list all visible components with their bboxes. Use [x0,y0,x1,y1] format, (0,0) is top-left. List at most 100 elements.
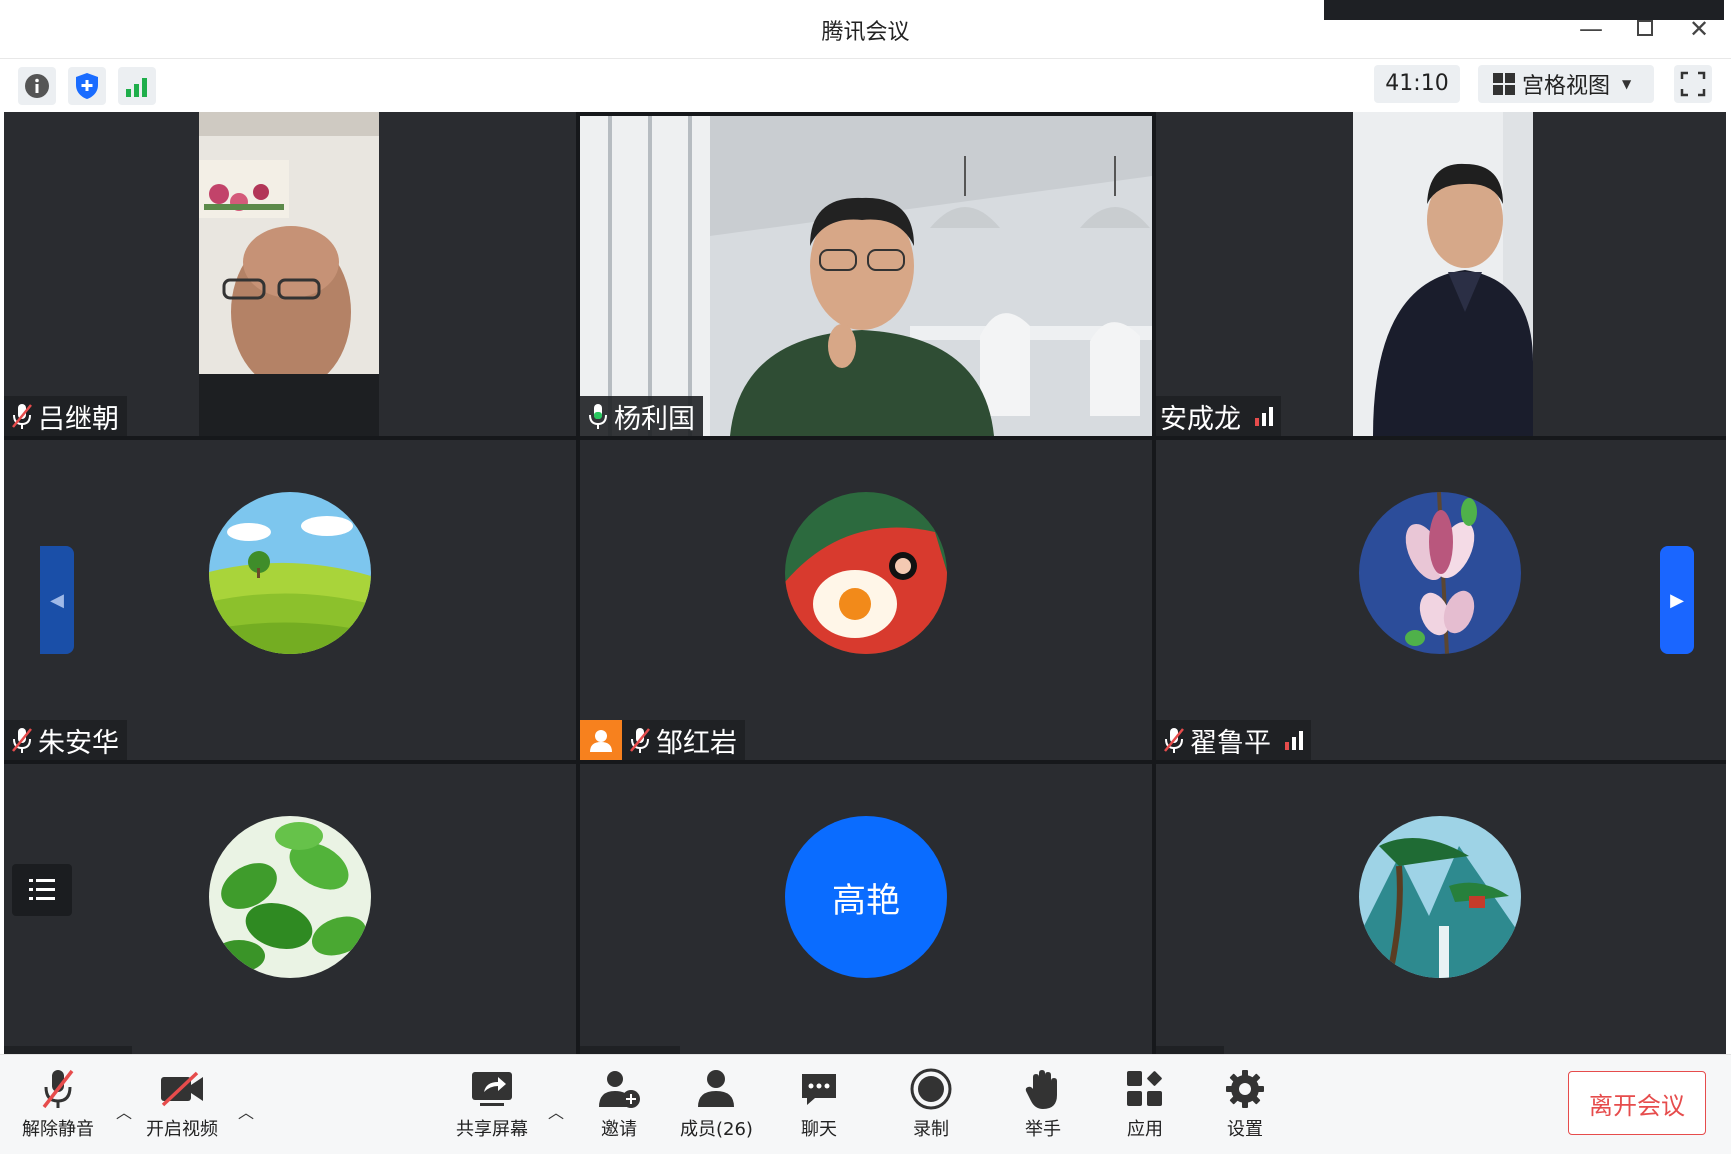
close-icon[interactable]: ✕ [1684,14,1714,44]
video-grid: 吕继朝 杨利国 安成龙 ◀ 朱安华 邹红岩 ▶ 翟鲁平 高艳 [4,112,1726,1054]
share-screen-button[interactable]: 共享屏幕 [456,1065,528,1141]
share-options-chevron[interactable]: ︿ [548,1099,564,1123]
tencent-meeting-window: 腾讯会议 — ✕ 41:10 宫格视图 ▼ 吕继朝 杨利国 安成龙 ◀ 朱安华 … [0,0,1731,1154]
hand-icon [1025,1070,1057,1109]
camera-off-icon [161,1071,203,1107]
mic-active-icon [589,404,607,429]
participant-list-toggle[interactable] [12,864,72,916]
meeting-control-bar: 解除静音 ︿ 开启视频 ︿ 共享屏幕 ︿ 邀请 成员(26) 聊天 录制 举手 … [0,1054,1731,1154]
mic-muted-icon [1164,728,1184,753]
raise-hand-button[interactable]: 举手 [1018,1065,1068,1141]
chevron-left-icon: ◀ [50,589,64,611]
participant-name: 邹红岩 [656,727,737,759]
view-mode-dropdown[interactable]: 宫格视图 ▼ [1478,65,1654,103]
signal-icon [126,78,147,97]
participant-video [580,116,1152,436]
start-video-label: 开启视频 [146,1119,218,1140]
participant-name-bar [4,1046,132,1054]
invite-label: 邀请 [601,1119,637,1140]
shield-icon [76,73,98,99]
participant-video [1353,112,1533,436]
next-page-button[interactable]: ▶ [1660,546,1694,654]
unmute-label: 解除静音 [22,1119,94,1140]
members-label: 成员(26) [680,1119,753,1140]
info-toolbar: 41:10 宫格视图 ▼ [0,58,1731,110]
minimize-icon[interactable]: — [1576,14,1606,44]
farm-field-icon [209,492,371,654]
participant-name: 安成龙 [1160,403,1241,435]
info-icon [25,74,49,98]
participant-tile[interactable]: 高艳 [580,764,1152,1054]
video-options-chevron[interactable]: ︿ [238,1099,254,1123]
chevron-down-icon: ▼ [1622,77,1632,91]
mic-muted-icon [630,728,650,753]
record-icon [910,1068,952,1110]
fullscreen-button[interactable] [1674,65,1712,103]
participant-tile-active-speaker[interactable]: 杨利国 [580,116,1152,436]
record-button[interactable]: 录制 [906,1065,956,1141]
participant-video [199,112,379,436]
mic-muted-icon [12,728,32,753]
participant-tile[interactable]: ◀ 朱安华 [4,440,576,760]
share-screen-label: 共享屏幕 [456,1119,528,1140]
gear-icon [1226,1070,1264,1108]
grid-view-icon [1493,73,1515,95]
participant-name: 杨利国 [614,403,695,435]
apps-label: 应用 [1127,1119,1163,1140]
security-button[interactable] [68,67,106,105]
participant-tile[interactable]: 安成龙 [1156,112,1726,436]
raise-hand-label: 举手 [1025,1119,1061,1140]
top-overlay-strip [1324,0,1724,20]
list-icon [29,879,55,900]
participant-tile[interactable]: ▶ 翟鲁平 [1156,440,1726,760]
participant-name-bar: 邹红岩 [580,720,745,760]
title-bar: 腾讯会议 — ✕ [0,0,1731,58]
members-button[interactable]: 成员(26) [680,1065,753,1141]
participant-name-bar: 翟鲁平 [1156,720,1311,760]
participant-tile[interactable] [4,764,576,1054]
participant-name-bar: 吕继朝 [4,396,127,436]
settings-button[interactable]: 设置 [1220,1065,1270,1141]
mountain-pine-icon [1359,816,1521,978]
chat-label: 聊天 [801,1119,837,1140]
participant-name: 朱安华 [38,727,119,759]
green-leaves-icon [209,816,371,978]
view-mode-label: 宫格视图 [1522,74,1611,99]
fullscreen-icon [1680,71,1706,97]
participant-name-bar: 安成龙 [1156,396,1281,436]
participant-tile[interactable]: 吕继朝 [4,112,576,436]
mic-muted-icon [12,404,32,429]
chat-button[interactable]: 聊天 [794,1065,844,1141]
add-user-icon [599,1071,640,1108]
participant-name-bar: 朱安华 [4,720,127,760]
record-label: 录制 [913,1119,949,1140]
leave-meeting-button[interactable]: 离开会议 [1568,1071,1706,1135]
meeting-info-button[interactable] [18,67,56,105]
members-icon [698,1070,735,1107]
invite-button[interactable]: 邀请 [594,1065,644,1141]
participant-name: 吕继朝 [38,403,119,435]
network-status-button[interactable] [118,67,156,105]
participant-name-bar [1156,1046,1224,1054]
audio-options-chevron[interactable]: ︿ [116,1099,132,1123]
apps-button[interactable]: 应用 [1120,1065,1170,1141]
settings-label: 设置 [1227,1119,1263,1140]
participant-tile[interactable]: 邹红岩 [580,440,1152,760]
signal-strength-icon [1255,406,1273,426]
fried-egg-icon [785,492,947,654]
apps-icon [1127,1071,1162,1106]
magnolia-flower-icon [1359,492,1521,654]
unmute-button[interactable]: 解除静音 [22,1065,94,1141]
participant-tile[interactable] [1156,764,1726,1054]
host-badge-icon [580,720,622,760]
participant-name: 翟鲁平 [1190,727,1271,759]
meeting-timer: 41:10 [1374,65,1460,103]
chat-icon [802,1074,836,1105]
maximize-icon[interactable] [1630,14,1660,44]
share-screen-icon [472,1072,512,1106]
previous-page-button[interactable]: ◀ [40,546,74,654]
start-video-button[interactable]: 开启视频 [146,1065,218,1141]
avatar-text: 高艳 [785,816,947,978]
participant-name-bar: 杨利国 [580,396,703,436]
mic-off-icon [42,1069,74,1109]
